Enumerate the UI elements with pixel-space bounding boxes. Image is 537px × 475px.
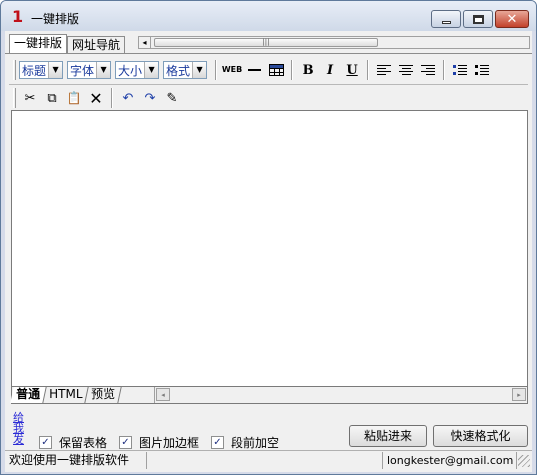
- chevron-down-icon[interactable]: ▼: [144, 62, 159, 78]
- size-dropdown-label: 大小: [118, 63, 143, 78]
- paragraph-space-option[interactable]: ✓ 段前加空: [211, 434, 279, 451]
- font-dropdown-label: 字体: [70, 63, 95, 78]
- title-bar[interactable]: 1 一键排版 ✕: [1, 1, 536, 31]
- toolbar-grip[interactable]: [13, 60, 16, 80]
- web-link-icon: WEB: [221, 65, 243, 74]
- edit-icon: ✎: [166, 90, 178, 106]
- close-button[interactable]: ✕: [495, 10, 529, 28]
- window-title: 一键排版: [31, 12, 80, 26]
- undo-button[interactable]: ↶: [117, 87, 139, 109]
- bullet-list-button[interactable]: [471, 59, 493, 81]
- app-icon: 1: [12, 7, 24, 26]
- paragraph-space-checkbox[interactable]: ✓: [211, 436, 224, 449]
- keep-table-label: 保留表格: [59, 436, 108, 450]
- chevron-down-icon[interactable]: ▼: [96, 62, 111, 78]
- scissors-icon: ✂: [24, 90, 36, 106]
- close-icon: ✕: [506, 11, 518, 27]
- status-bar: 欢迎使用一键排版软件 longkester@gmail.com: [5, 450, 532, 469]
- delete-button[interactable]: ✕: [85, 87, 107, 109]
- image-border-checkbox[interactable]: ✓: [119, 436, 132, 449]
- insert-link-button[interactable]: WEB: [221, 59, 243, 81]
- scroll-left-icon[interactable]: ◂: [156, 388, 170, 401]
- toolbar-separator: [367, 60, 370, 80]
- redo-button[interactable]: ↷: [139, 87, 161, 109]
- edit-source-button[interactable]: ✎: [161, 87, 183, 109]
- paragraph-space-label: 段前加空: [231, 436, 280, 450]
- keep-table-checkbox[interactable]: ✓: [39, 436, 52, 449]
- editor-area[interactable]: [11, 110, 528, 386]
- numbered-list-icon: [453, 65, 468, 75]
- scroll-left-icon[interactable]: ◂: [139, 37, 151, 48]
- maximize-icon: [472, 14, 484, 24]
- resize-grip-icon[interactable]: [518, 455, 530, 467]
- numbered-list-button[interactable]: [449, 59, 471, 81]
- status-empty: [147, 452, 383, 469]
- toolbar-separator: [111, 88, 113, 108]
- table-icon: [268, 64, 284, 76]
- give-me-link[interactable]: 给我发: [13, 412, 27, 445]
- client-area: 一键排版 网址导航 ◂ ||| 标题 ▼ 字体 ▼ 大小 ▼ 格式 ▼ WEB B I …: [5, 31, 532, 472]
- status-email: longkester@gmail.com: [383, 452, 517, 469]
- toolbar-grip[interactable]: [13, 88, 16, 108]
- scroll-right-icon[interactable]: ▸: [512, 388, 526, 401]
- align-center-icon: [399, 65, 414, 75]
- tab-normal[interactable]: 普通: [10, 387, 47, 403]
- top-tab-strip: 一键排版 网址导航: [9, 34, 126, 54]
- toolbar-separator: [443, 60, 446, 80]
- align-left-icon: [377, 65, 392, 75]
- size-dropdown[interactable]: 大小 ▼: [115, 61, 160, 79]
- redo-icon: ↷: [144, 90, 156, 106]
- heading-dropdown[interactable]: 标题 ▼: [19, 61, 64, 79]
- main-window: 1 一键排版 ✕ 一键排版 网址导航 ◂ ||| 标题 ▼ 字体 ▼ 大小 ▼ 格式 ▼…: [0, 0, 537, 475]
- toolbar-separator: [215, 60, 218, 80]
- keep-table-option[interactable]: ✓ 保留表格: [39, 434, 107, 451]
- cut-button[interactable]: ✂: [19, 87, 41, 109]
- minimize-button[interactable]: [431, 10, 461, 28]
- horizontal-rule-button[interactable]: [243, 59, 265, 81]
- chevron-down-icon[interactable]: ▼: [48, 62, 63, 78]
- align-right-icon: [421, 65, 436, 75]
- delete-icon: ✕: [89, 88, 103, 108]
- underline-button[interactable]: U: [341, 59, 363, 81]
- italic-button[interactable]: I: [319, 59, 341, 81]
- tab-url-navigation[interactable]: 网址导航: [67, 36, 126, 54]
- align-right-button[interactable]: [417, 59, 439, 81]
- quick-format-button[interactable]: 快速格式化: [433, 425, 528, 447]
- maximize-button[interactable]: [463, 10, 493, 28]
- toolbar-separator: [291, 60, 294, 80]
- image-border-option[interactable]: ✓ 图片加边框: [119, 434, 199, 451]
- insert-table-button[interactable]: [265, 59, 287, 81]
- view-mode-tabs: 普通 HTML 预览 ◂ ▸: [10, 386, 528, 404]
- align-center-button[interactable]: [395, 59, 417, 81]
- paste-in-button[interactable]: 粘贴进来: [349, 425, 427, 447]
- chevron-down-icon[interactable]: ▼: [192, 62, 207, 78]
- tab-preview[interactable]: 预览: [85, 387, 123, 403]
- tab-divider: [5, 53, 532, 54]
- font-dropdown[interactable]: 字体 ▼: [67, 61, 112, 79]
- status-welcome: 欢迎使用一键排版软件: [5, 452, 147, 469]
- scroll-thumb[interactable]: |||: [154, 38, 378, 47]
- copy-button[interactable]: ⧉: [41, 87, 63, 109]
- image-border-label: 图片加边框: [139, 436, 200, 450]
- copy-icon: ⧉: [47, 90, 57, 106]
- edit-toolbar: ✂ ⧉ 📋 ✕ ↶ ↷ ✎: [13, 85, 183, 111]
- format-dropdown[interactable]: 格式 ▼: [163, 61, 208, 79]
- horizontal-rule-icon: [247, 69, 261, 71]
- bullet-list-icon: [475, 65, 490, 75]
- format-toolbar: 标题 ▼ 字体 ▼ 大小 ▼ 格式 ▼ WEB B I U: [13, 57, 493, 83]
- paste-icon: 📋: [66, 91, 82, 105]
- bold-button[interactable]: B: [297, 59, 319, 81]
- heading-dropdown-label: 标题: [22, 63, 47, 78]
- format-dropdown-label: 格式: [166, 63, 191, 78]
- paste-button[interactable]: 📋: [63, 87, 85, 109]
- bottom-scrollbar[interactable]: ◂ ▸: [154, 387, 527, 403]
- tab-html[interactable]: HTML: [43, 387, 90, 403]
- top-scrollbar[interactable]: ◂ |||: [138, 36, 530, 49]
- minimize-icon: [441, 20, 451, 24]
- undo-icon: ↶: [122, 90, 134, 106]
- tab-one-click-layout[interactable]: 一键排版: [9, 34, 68, 54]
- align-left-button[interactable]: [373, 59, 395, 81]
